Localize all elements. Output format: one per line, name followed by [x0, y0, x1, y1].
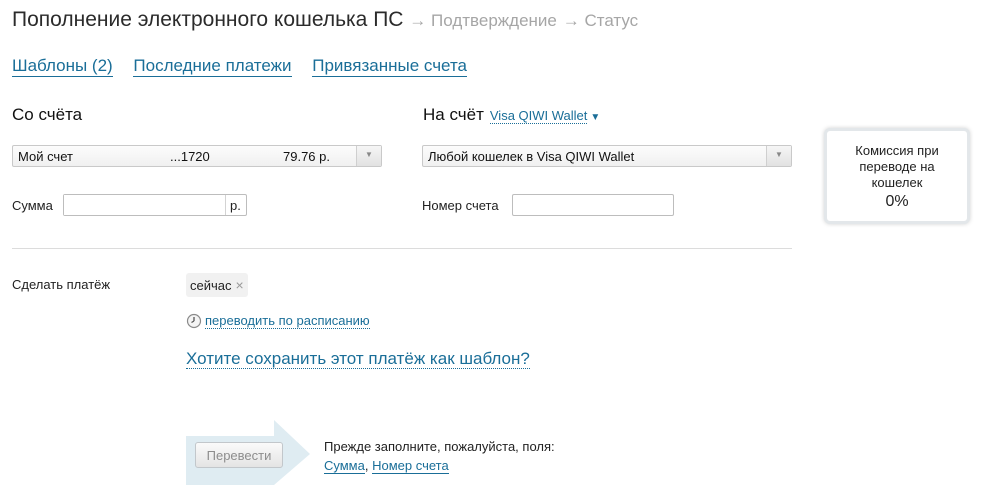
save-template-link[interactable]: Хотите сохранить этот платёж как шаблон?	[186, 349, 530, 369]
from-heading: Со счёта	[12, 105, 83, 124]
from-account-name: Мой счет	[18, 149, 73, 164]
missing-field-account-link[interactable]: Номер счета	[372, 458, 449, 474]
account-number-label: Номер счета	[422, 198, 499, 213]
close-icon[interactable]: ×	[236, 277, 244, 293]
step-status: → Статус	[562, 11, 639, 30]
to-heading-row: На счёт Visa QIWI Wallet ▼	[423, 105, 600, 125]
payment-time-chip: сейчас ×	[186, 273, 248, 297]
chevron-down-icon: ▼	[365, 150, 373, 159]
commission-line-3: кошелек	[871, 175, 923, 190]
from-account-number: ...1720	[170, 149, 210, 164]
make-payment-label: Сделать платёж	[12, 277, 111, 292]
schedule-row: переводить по расписанию	[186, 312, 370, 330]
submit-hint: Прежде заполните, пожалуйста, поля: Сумм…	[324, 437, 555, 475]
save-template-row: Хотите сохранить этот платёж как шаблон?	[186, 349, 530, 369]
from-account-dropdown-button[interactable]: ▼	[356, 146, 381, 166]
tab-recent-payments[interactable]: Последние платежи	[133, 56, 292, 77]
chevron-down-icon: ▼	[775, 150, 783, 159]
missing-fields-separator: ,	[364, 458, 369, 473]
wallet-type-link[interactable]: Visa QIWI Wallet	[489, 108, 588, 124]
top-links: Шаблоны (2) Последние платежи Привязанны…	[12, 56, 483, 77]
tab-templates[interactable]: Шаблоны (2)	[12, 56, 113, 77]
submit-hint-text: Прежде заполните, пожалуйста, поля:	[324, 439, 555, 454]
amount-label: Сумма	[12, 198, 53, 213]
transfer-button[interactable]: Перевести	[195, 442, 283, 468]
from-account-select[interactable]: Мой счет ...1720 79.76 р. ▼	[12, 145, 382, 167]
commission-line-1: Комиссия при	[855, 143, 939, 158]
amount-currency: р.	[230, 198, 241, 213]
commission-box: Комиссия при переводе на кошелек 0%	[824, 128, 970, 224]
amount-field-wrapper: р.	[63, 194, 247, 216]
step-confirm: → Подтверждение	[409, 11, 557, 30]
schedule-link[interactable]: переводить по расписанию	[205, 313, 370, 329]
account-number-input[interactable]	[512, 194, 674, 216]
amount-input[interactable]	[64, 195, 226, 215]
clock-icon	[186, 313, 202, 329]
to-wallet-select[interactable]: Любой кошелек в Visa QIWI Wallet ▼	[422, 145, 792, 167]
tab-linked-accounts[interactable]: Привязанные счета	[312, 56, 467, 77]
to-wallet-selected: Любой кошелек в Visa QIWI Wallet	[428, 149, 635, 164]
missing-field-amount-link[interactable]: Сумма	[324, 458, 365, 474]
to-heading: На счёт	[423, 105, 484, 124]
commission-value: 0%	[885, 193, 909, 210]
caret-down-icon[interactable]: ▼	[590, 112, 600, 123]
page-title-text: Пополнение электронного кошелька ПС	[12, 8, 404, 31]
missing-fields: Сумма, Номер счета	[324, 456, 555, 475]
divider	[12, 248, 792, 249]
page-title: Пополнение электронного кошелька ПС → По…	[12, 8, 638, 32]
payment-time-chip-text: сейчас	[190, 278, 232, 293]
commission-line-2: переводе на	[859, 159, 935, 174]
from-account-balance: 79.76 р.	[283, 149, 330, 164]
to-wallet-dropdown-button[interactable]: ▼	[766, 146, 791, 166]
